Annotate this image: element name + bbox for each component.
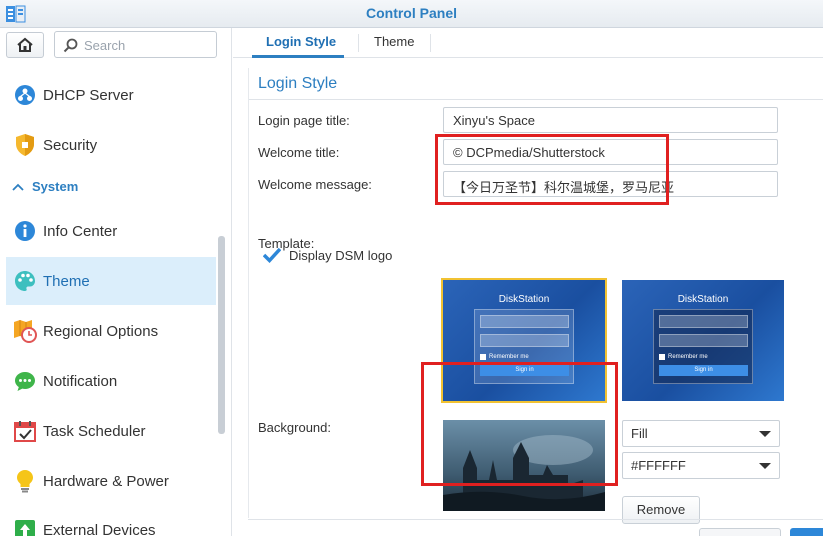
- sidebar-scrollbar[interactable]: [218, 236, 225, 434]
- lightbulb-icon: [13, 469, 37, 493]
- template-remember: Remember me: [480, 354, 529, 360]
- sidebar-item-dhcp-server[interactable]: DHCP Server: [6, 71, 216, 119]
- shield-icon: [13, 133, 37, 157]
- template-sign-in: Sign in: [659, 365, 748, 376]
- home-icon: [17, 37, 33, 52]
- sidebar-item-info-center[interactable]: Info Center: [6, 207, 216, 255]
- template-remember: Remember me: [659, 354, 708, 360]
- tab-theme[interactable]: Theme: [374, 34, 414, 49]
- map-clock-icon: [13, 319, 37, 343]
- sidebar-item-label: Notification: [43, 372, 118, 390]
- sidebar-item-hardware-power[interactable]: Hardware & Power: [6, 457, 216, 505]
- sidebar-item-security[interactable]: Security: [6, 121, 216, 169]
- template-title: DiskStation: [498, 294, 550, 305]
- chevron-up-icon: [12, 179, 24, 194]
- highlight-box-welcome: [435, 134, 669, 205]
- search-icon: [63, 38, 78, 53]
- highlight-box-background: [421, 362, 618, 486]
- welcome-message-label: Welcome message:: [258, 177, 372, 192]
- fill-mode-value: Fill: [631, 426, 648, 441]
- window-title: Control Panel: [365, 5, 457, 21]
- info-icon: [13, 219, 37, 243]
- template-password-field: [480, 334, 569, 347]
- chevron-down-icon: [759, 463, 771, 469]
- upload-icon: [13, 518, 37, 536]
- apply-button[interactable]: [790, 528, 823, 536]
- sidebar-item-label: External Devices: [43, 521, 156, 536]
- palette-icon: [13, 269, 37, 293]
- home-button[interactable]: [6, 32, 44, 58]
- sidebar-item-label: DHCP Server: [43, 86, 134, 104]
- chevron-down-icon: [759, 431, 771, 437]
- background-color-select[interactable]: #FFFFFF: [622, 452, 780, 479]
- background-color-value: #FFFFFF: [631, 458, 686, 473]
- tab-separator: [358, 34, 359, 52]
- tab-login-style[interactable]: Login Style: [266, 34, 336, 49]
- search-input[interactable]: [84, 36, 210, 54]
- login-page-title-field[interactable]: Xinyu's Space: [443, 107, 778, 133]
- template-label: Template:: [258, 236, 315, 251]
- reset-button[interactable]: [699, 528, 781, 536]
- sidebar-item-task-scheduler[interactable]: Task Scheduler: [6, 407, 216, 455]
- sidebar-item-regional-options[interactable]: Regional Options: [6, 307, 216, 355]
- divider: [249, 99, 823, 100]
- title-bar: Control Panel: [0, 0, 823, 28]
- login-page-title-label: Login page title:: [258, 113, 350, 128]
- chat-bubble-icon: [13, 369, 37, 393]
- sidebar-item-label: Theme: [43, 272, 90, 290]
- tab-bar: Login Style Theme: [233, 28, 823, 58]
- footer-divider: [248, 519, 823, 520]
- template-password-field: [659, 334, 748, 347]
- template-user-field: [659, 315, 748, 328]
- fill-mode-select[interactable]: Fill: [622, 420, 780, 447]
- sidebar-item-label: Security: [43, 136, 98, 154]
- sidebar-item-theme[interactable]: Theme: [6, 257, 216, 305]
- template-user-field: [480, 315, 569, 328]
- section-label: System: [32, 179, 79, 194]
- dhcp-icon: [13, 83, 37, 107]
- active-tab-indicator: [252, 55, 344, 58]
- template-login-box: Remember me Sign in: [653, 309, 753, 384]
- sidebar-item-label: Hardware & Power: [43, 472, 169, 490]
- template-title: DiskStation: [677, 294, 729, 305]
- sidebar-item-external-devices[interactable]: External Devices: [6, 506, 216, 536]
- template-option-2[interactable]: DiskStation Remember me Sign in: [622, 280, 784, 401]
- section-title: Login Style: [258, 75, 338, 92]
- sidebar-item-label: Task Scheduler: [43, 422, 146, 440]
- background-label: Background:: [258, 420, 331, 435]
- sidebar: DHCP Server Security System Info Center: [0, 28, 232, 536]
- sidebar-item-label: Info Center: [43, 222, 118, 240]
- tab-separator: [430, 34, 431, 52]
- search-field[interactable]: [54, 31, 217, 58]
- section-header-system[interactable]: System: [12, 179, 78, 194]
- sidebar-item-notification[interactable]: Notification: [6, 357, 216, 405]
- welcome-title-label: Welcome title:: [258, 145, 340, 160]
- sidebar-item-label: Regional Options: [43, 322, 159, 340]
- calendar-check-icon: [13, 419, 37, 443]
